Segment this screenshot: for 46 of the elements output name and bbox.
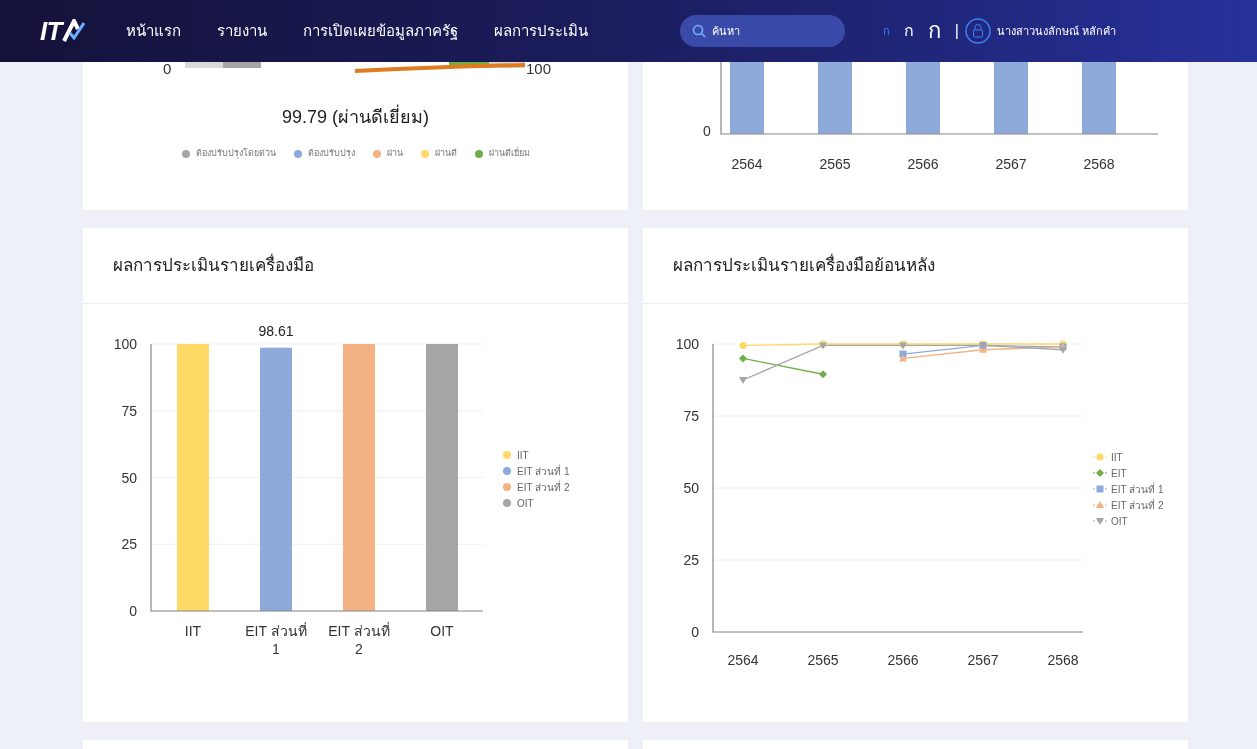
card-title: ผลการประเมินรายเครื่องมือ (113, 252, 314, 277)
legend-label: EIT ส่วนที่ 2 (517, 479, 570, 495)
axis-label: 0 (691, 624, 699, 640)
card-title: ผลการประเมินรายเครื่องมือย้อนหลัง (673, 252, 935, 277)
axis-label: EIT ส่วนที่ 2 (327, 622, 391, 658)
legend-label: EIT (1111, 466, 1127, 481)
axis-label: 2567 (967, 652, 999, 668)
axis-label: 25 (121, 536, 137, 553)
legend-label: OIT (517, 496, 534, 511)
axis-label: 2564 (727, 652, 759, 668)
axis-label: 0 (703, 123, 711, 139)
gauge-min-label: 0 (163, 59, 172, 79)
legend-label: IIT (1111, 450, 1123, 465)
axis-label: 2568 (1083, 156, 1115, 172)
legend-label: EIT ส่วนที่ 1 (1111, 481, 1164, 497)
score-text: 99.79 (ผ่านดีเยี่ยม) (281, 104, 429, 131)
axis-label: 2564 (731, 156, 763, 172)
legend-label: ต้องปรับปรุงโดยด่วน (195, 147, 276, 161)
gauge-max-label: 100 (526, 59, 552, 79)
legend-label: ผ่านดี (434, 147, 457, 160)
separator: | (954, 21, 959, 41)
axis-label: IIT (183, 622, 203, 640)
axis-label: 75 (121, 402, 137, 419)
axis-label: 2568 (1047, 652, 1079, 668)
axis-label: 25 (683, 552, 699, 568)
axis-label: 2566 (887, 652, 919, 668)
axis-label: 75 (683, 408, 699, 424)
legend-label: ผ่านดีเยี่ยม (488, 147, 530, 160)
axis-label: 2565 (819, 156, 851, 172)
axis-label: 100 (675, 336, 699, 352)
axis-label: 50 (683, 480, 699, 496)
axis-label: 2566 (907, 156, 939, 172)
axis-label: 50 (121, 469, 137, 486)
axis-label: 100 (113, 336, 137, 352)
value-label: 98.61 (258, 322, 294, 339)
axis-label: 2565 (807, 652, 839, 668)
legend-label: EIT ส่วนที่ 1 (517, 463, 570, 479)
axis-label: EIT ส่วนที่ 1 (244, 622, 308, 658)
legend-label: EIT ส่วนที่ 2 (1111, 497, 1164, 513)
axis-label: 2567 (995, 156, 1027, 172)
axis-label: OIT (429, 622, 455, 640)
legend-label: ต้องปรับปรุง (307, 147, 355, 161)
legend-label: ผ่าน (386, 147, 403, 160)
axis-label: 0 (129, 603, 137, 619)
legend-label: OIT (1111, 514, 1128, 529)
legend-label: IIT (517, 448, 529, 463)
